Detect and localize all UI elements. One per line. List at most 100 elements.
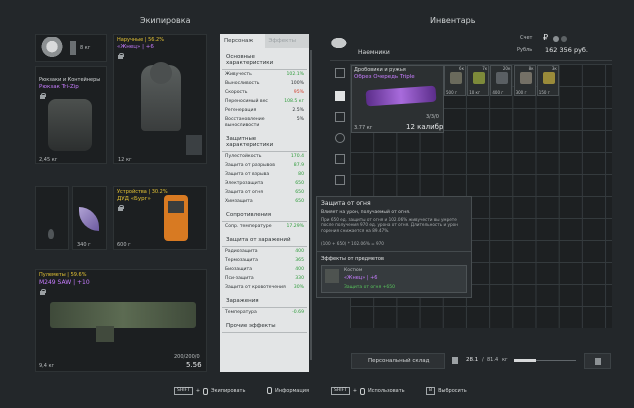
backpack-slot[interactable]: Рюкзаки и Контейнеры Рюкзак Tri-Zip 2,45… — [35, 66, 107, 164]
detector-icon — [164, 195, 188, 241]
stat-value: 100% — [290, 80, 304, 86]
armor-slot[interactable]: Наручные | 56.2% «Жнец» | +6 12 кг — [113, 34, 207, 164]
item-icon — [450, 72, 462, 84]
weight-track — [514, 359, 576, 362]
trash-button[interactable] — [584, 353, 611, 369]
knife-weight: 340 г — [77, 242, 91, 248]
device-slot[interactable]: Устройства | 30.2% ДУД «Бург» 600 г — [113, 186, 207, 250]
shotgun-weight: 3.77 кг — [354, 125, 373, 131]
weight-icon — [452, 357, 458, 364]
stat-row[interactable]: Защита от огня 650 — [220, 188, 309, 197]
stat-name: Химзащита — [225, 198, 253, 204]
equip-action[interactable]: SHIFT + Экипировать — [174, 387, 245, 395]
stat-name: Электрозащита — [225, 180, 264, 186]
stat-row[interactable]: Биозащита 400 — [220, 265, 309, 274]
stat-row[interactable]: Электрозащита 650 — [220, 179, 309, 188]
effect-type: Костюм — [344, 268, 363, 273]
personal-storage-label: Персональный склад — [368, 358, 430, 364]
lock-icon — [118, 205, 124, 211]
stat-row[interactable]: Защита от взрыва 80 — [220, 170, 309, 179]
shotgun-caliber: 12 калибр — [406, 123, 444, 131]
lock-icon — [118, 53, 124, 59]
weight-max: 81.4 — [487, 357, 499, 363]
knife-icon — [79, 207, 99, 231]
misc-filter-icon[interactable] — [335, 175, 345, 185]
stat-row[interactable]: Пулестойкость 170.4 — [220, 152, 309, 161]
artifact-slot-left[interactable] — [35, 186, 69, 250]
stat-name: Сопр. температуре — [225, 223, 272, 229]
backpack-icon — [48, 99, 92, 151]
stat-value: 102.1% — [286, 71, 304, 77]
medkit-filter-icon[interactable] — [335, 154, 345, 164]
character-stats-panel: Персонаж Эффекты Основные характеристики… — [220, 34, 309, 372]
mouse-icon — [267, 387, 272, 394]
primary-weapon-slot[interactable]: Пулеметы | 59.6% M249 SAW | +10 9,4 кг 2… — [35, 269, 207, 372]
stat-name: Восстановление выносливости — [225, 116, 265, 128]
stat-row[interactable]: Защита от кровотечения 30% — [220, 283, 309, 292]
stat-row[interactable]: Пси-защита 330 — [220, 274, 309, 283]
weapon-name: M249 SAW | +10 — [39, 279, 90, 286]
weight-bar: 28.1 / 81.4 кг — [450, 355, 580, 367]
inventory-sidebar — [333, 64, 347, 194]
helmet-weight: 8 кг — [80, 45, 91, 51]
use-action[interactable]: SHIFT + Использовать — [331, 387, 405, 395]
stat-row[interactable]: Сопр. температуре 17.29% — [220, 222, 309, 231]
stat-row[interactable]: Регенерация 2.5% — [220, 106, 309, 115]
section-protect: Защитные характеристики — [222, 130, 307, 152]
knife-slot[interactable]: 340 г — [72, 186, 107, 250]
mouse-icon — [203, 387, 209, 395]
shotgun-item[interactable]: Дробовики и ружья Обрез Очередь Triple 3… — [351, 65, 444, 133]
device-category: Устройства | 30.2% — [117, 189, 168, 195]
item-icon — [473, 72, 486, 84]
stat-row[interactable]: Химзащита 650 — [220, 197, 309, 206]
stat-row[interactable]: Выносливость 100% — [220, 79, 309, 88]
stat-row[interactable]: Переносимый вес 108.5 кг — [220, 97, 309, 106]
item-qty: 7к — [482, 66, 488, 71]
shotgun-ammo: 3/3/0 — [426, 114, 439, 120]
equip-label: Экипировать — [211, 388, 246, 394]
tooltip-title: Защита от огня — [321, 200, 371, 207]
inventory-item[interactable]: 6к 500 г — [444, 65, 466, 96]
item-icon — [542, 72, 555, 84]
shotgun-icon — [365, 85, 437, 107]
drop-action[interactable]: B Выбросить — [426, 387, 467, 395]
stat-value: 650 — [295, 180, 304, 186]
stat-value: -0.69 — [292, 309, 304, 315]
plus-sign: + — [195, 388, 201, 394]
stat-name: Пси-защита — [225, 275, 254, 281]
weapon-filter-icon[interactable] — [335, 112, 345, 122]
section-infect: Заражения — [222, 292, 307, 308]
item-qty: 8к — [528, 66, 534, 71]
stat-row[interactable]: Восстановление выносливости 5% — [220, 115, 309, 130]
tab-effects[interactable]: Эффекты — [265, 34, 310, 48]
inventory-item[interactable]: 7к 10 кг — [467, 65, 490, 96]
list-view-icon[interactable] — [335, 68, 345, 78]
armor-mod-slot[interactable] — [186, 135, 202, 155]
trash-icon — [595, 358, 601, 365]
stat-row[interactable]: Температура -0.69 — [220, 308, 309, 317]
tab-character[interactable]: Персонаж — [220, 34, 265, 48]
item-weight: 400 г — [492, 90, 504, 95]
grid-view-icon[interactable] — [335, 91, 345, 101]
ammo-filter-icon[interactable] — [335, 133, 345, 143]
inventory-item[interactable]: 3к 150 г — [536, 65, 559, 96]
stat-row[interactable]: Радиозащита 400 — [220, 247, 309, 256]
stats-scrollbar[interactable] — [310, 50, 312, 360]
personal-storage-button[interactable]: Персональный склад — [351, 353, 445, 369]
use-label: Использовать — [368, 388, 405, 394]
stat-row[interactable]: Защита от разрывов 87.9 — [220, 161, 309, 170]
helmet-slot[interactable]: 8 кг — [35, 34, 107, 62]
stat-row[interactable]: Термозащита 365 — [220, 256, 309, 265]
backpack-weight: 2,45 кг — [39, 157, 58, 163]
weapon-weight: 9,4 кг — [39, 363, 55, 369]
stat-value: 170.4 — [290, 153, 304, 159]
inventory-item[interactable]: 20к 400 г — [490, 65, 513, 96]
inventory-item[interactable]: 8к 300 г — [513, 65, 536, 96]
stat-name: Термозащита — [225, 257, 258, 263]
stat-value: 17.29% — [286, 223, 304, 229]
lock-icon — [40, 93, 46, 99]
info-action[interactable]: Информация — [267, 387, 309, 394]
stat-row[interactable]: Скорость 95% — [220, 88, 309, 97]
stat-row[interactable]: Живучесть 102.1% — [220, 70, 309, 79]
stat-value: 400 — [295, 248, 304, 254]
